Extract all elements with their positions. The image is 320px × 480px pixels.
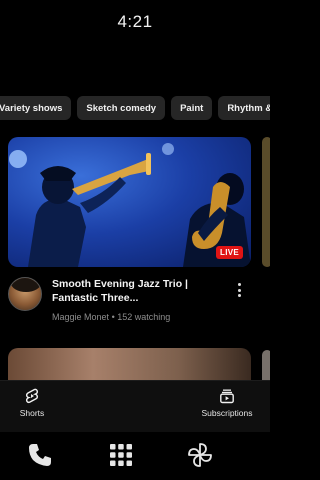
video-card[interactable]: LIVE Smooth Evening Jazz Trio | Fantasti… [8,137,251,322]
chip-paint[interactable]: Paint [171,96,213,120]
live-badge: LIVE [216,246,243,259]
next-card-peek[interactable] [262,137,270,267]
chip-rhythm-and-blues[interactable]: Rhythm & B [218,96,270,120]
pinwheel-icon[interactable] [186,441,214,469]
phone-icon[interactable] [27,442,53,468]
nav-shorts-label: Shorts [19,408,45,418]
subscriptions-icon [220,389,234,404]
app-grid-icon[interactable] [108,442,134,468]
video-thumbnail[interactable]: LIVE [8,137,251,267]
watching-count: 152 watching [117,312,171,322]
jazz-musicians-illustration [9,143,251,267]
chip-sketch-comedy[interactable]: Sketch comedy [77,96,166,120]
filter-chip-bar: Variety shows Sketch comedy Paint Rhythm… [0,96,270,120]
shorts-icon [25,388,39,404]
status-time: 4:21 [117,12,153,31]
channel-avatar[interactable] [8,277,42,311]
nav-shorts[interactable]: Shorts [14,388,50,418]
status-bar: 4:21 [0,0,270,44]
more-options-icon[interactable] [233,281,245,299]
system-dock [0,432,270,480]
nav-subscriptions[interactable]: Subscriptions [196,388,258,418]
video-feed: LIVE Smooth Evening Jazz Trio | Fantasti… [0,135,270,380]
next-card-peek-lower[interactable] [262,350,270,380]
next-video-thumbnail[interactable] [8,348,251,380]
video-subtitle: Maggie Monet • 152 watching [52,312,222,322]
nav-subscriptions-label: Subscriptions [201,408,253,418]
channel-name[interactable]: Maggie Monet [52,312,109,322]
chip-variety-shows[interactable]: Variety shows [0,96,72,120]
bottom-navigation: Shorts Subscriptions [0,380,270,432]
video-title[interactable]: Smooth Evening Jazz Trio | Fantastic Thr… [52,277,222,305]
